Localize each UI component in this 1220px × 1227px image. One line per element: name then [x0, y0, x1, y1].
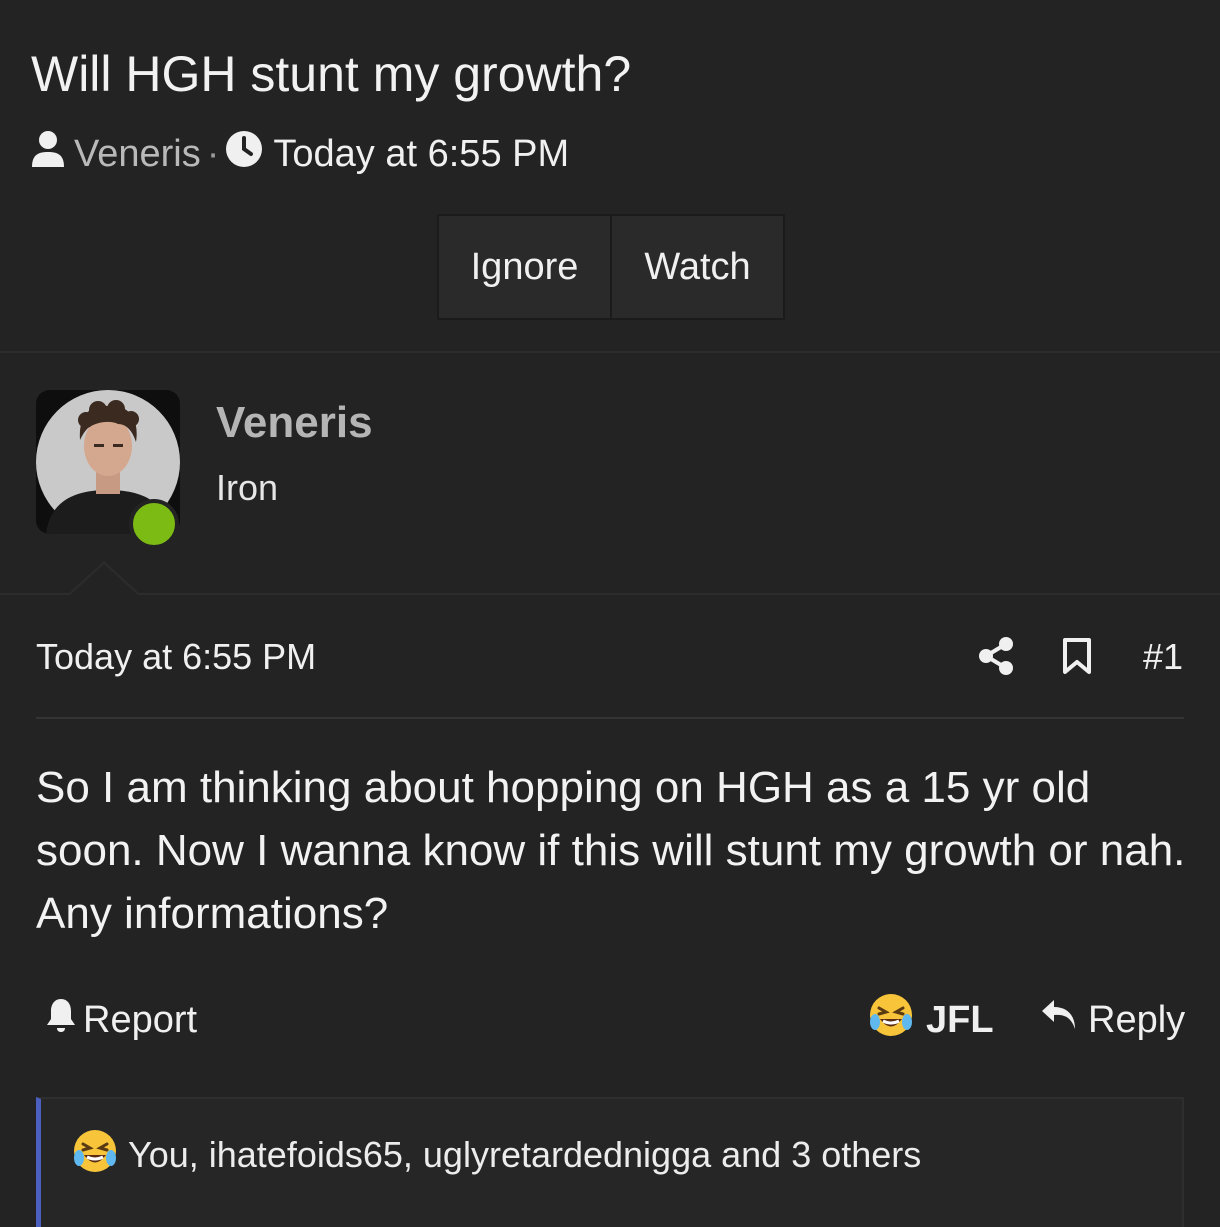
user-icon	[30, 129, 66, 179]
report-label: Report	[83, 998, 198, 1041]
ignore-button[interactable]: Ignore	[439, 216, 610, 318]
laughing-emoji-icon	[868, 992, 914, 1048]
bookmark-icon[interactable]	[1062, 637, 1092, 675]
post-header-divider	[36, 717, 1184, 719]
post-top-border	[0, 593, 1220, 595]
post-pointer-arrow-inner	[69, 564, 139, 596]
post-body: So I am thinking about hopping on HGH as…	[36, 763, 1186, 938]
report-button[interactable]: Report	[45, 998, 197, 1042]
share-icon[interactable]	[978, 636, 1014, 676]
thread-time-link[interactable]: Today at 6:55 PM	[273, 133, 569, 176]
reactions-summary-text: You, ihatefoids65, uglyretardednigga and…	[128, 1134, 922, 1175]
thread-meta: Veneris · Today at 6:55 PM	[30, 129, 569, 179]
reply-label: Reply	[1088, 998, 1186, 1041]
reply-button[interactable]: Reply	[1040, 998, 1185, 1042]
post-author-title: Iron	[216, 467, 279, 508]
thread-actions: Ignore Watch	[437, 214, 785, 320]
watch-button[interactable]: Watch	[610, 216, 783, 318]
jfl-reaction-button[interactable]: JFL	[868, 994, 994, 1044]
online-status-indicator	[129, 499, 179, 549]
post-author-name[interactable]: Veneris	[216, 398, 373, 448]
thread-title: Will HGH stunt my growth?	[31, 46, 632, 102]
header-divider	[0, 351, 1220, 353]
laughing-emoji-icon	[72, 1128, 118, 1183]
reactions-summary[interactable]: You, ihatefoids65, uglyretardednigga and…	[72, 1129, 922, 1179]
clock-icon	[225, 130, 263, 178]
meta-separator: ·	[206, 132, 220, 175]
post-date-link[interactable]: Today at 6:55 PM	[36, 636, 316, 678]
post-number-link[interactable]: #1	[1143, 636, 1183, 678]
bell-icon	[45, 997, 83, 1043]
thread-author-link[interactable]: Veneris	[74, 133, 201, 176]
jfl-label: JFL	[926, 998, 994, 1041]
reply-arrow-icon	[1040, 998, 1088, 1042]
